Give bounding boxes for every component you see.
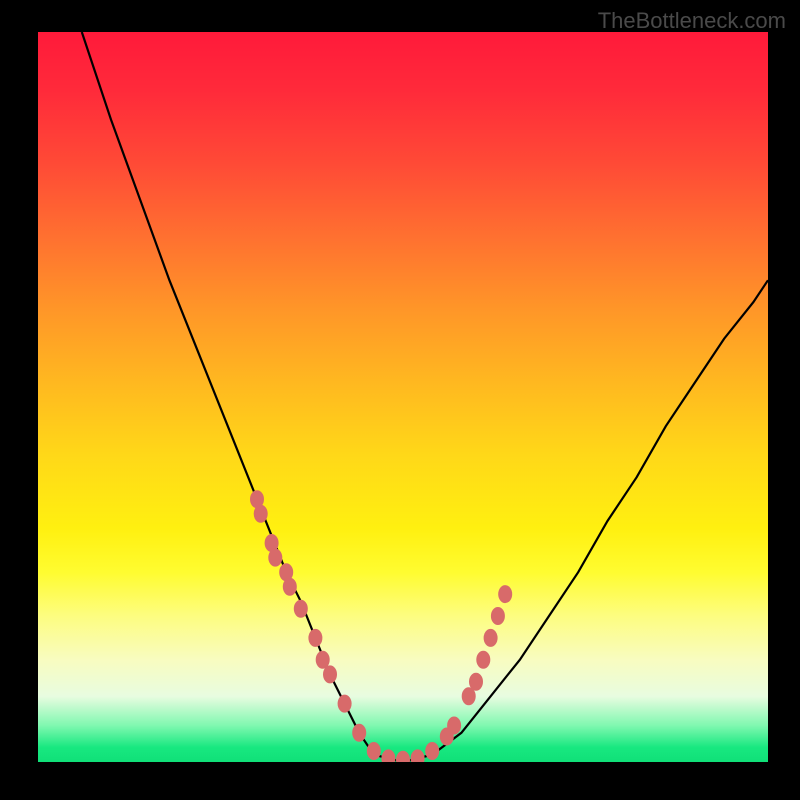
data-point <box>254 505 268 523</box>
data-point <box>411 749 425 762</box>
watermark-text: TheBottleneck.com <box>598 8 786 34</box>
data-point <box>484 629 498 647</box>
data-point <box>316 651 330 669</box>
data-point <box>308 629 322 647</box>
data-point <box>283 578 297 596</box>
data-point <box>440 728 454 746</box>
chart-plot-area <box>38 32 768 762</box>
data-point <box>323 665 337 683</box>
data-point <box>447 717 461 735</box>
data-point <box>294 600 308 618</box>
data-point <box>352 724 366 742</box>
data-point <box>265 534 279 552</box>
scatter-dots <box>250 490 512 762</box>
data-point <box>279 563 293 581</box>
data-point <box>268 549 282 567</box>
data-point <box>491 607 505 625</box>
data-point <box>462 687 476 705</box>
data-point <box>338 695 352 713</box>
data-point <box>381 749 395 762</box>
curve-line <box>82 32 768 762</box>
data-point <box>469 673 483 691</box>
data-point <box>367 742 381 760</box>
curve-path <box>82 32 768 762</box>
data-point <box>396 751 410 762</box>
data-point <box>250 490 264 508</box>
chart-svg <box>38 32 768 762</box>
data-point <box>498 585 512 603</box>
data-point <box>476 651 490 669</box>
data-point <box>425 742 439 760</box>
